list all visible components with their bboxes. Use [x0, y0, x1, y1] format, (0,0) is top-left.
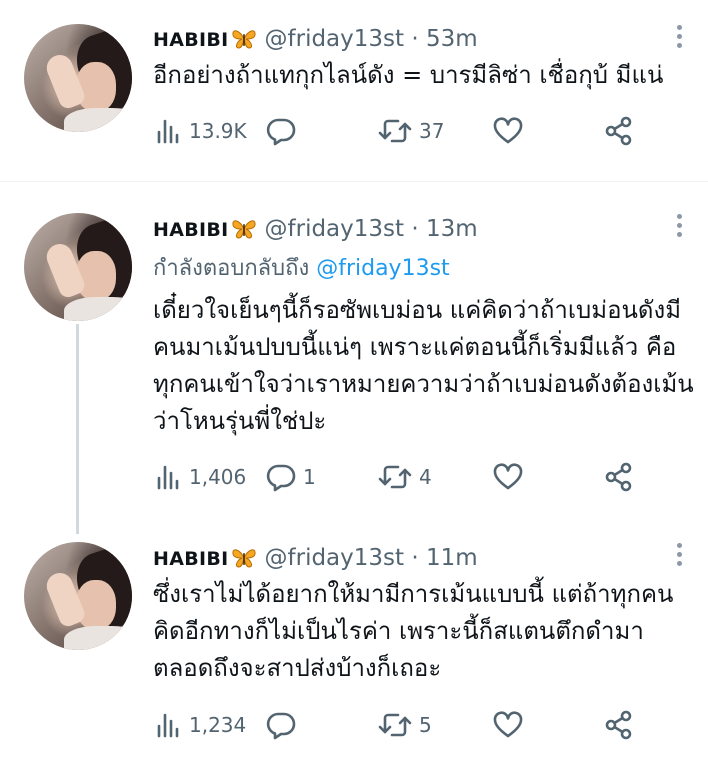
butterfly-icon [231, 218, 257, 248]
avatar[interactable] [24, 542, 132, 650]
share-nodes-icon [603, 709, 635, 741]
action-bar: 13.9K 37 [153, 111, 653, 151]
share-nodes-icon [603, 115, 635, 147]
like-button[interactable] [492, 457, 530, 497]
retweet-count: 5 [419, 713, 432, 737]
views-button[interactable]: 1,234 [153, 705, 246, 745]
replying-to-mention[interactable]: @friday13st [316, 256, 449, 281]
tweet-text: อีกอย่างถ้าแทกุกไลน์ดัง = บารมีลิซ่า เชื… [153, 61, 664, 89]
more-options-icon[interactable] [674, 22, 684, 52]
retweet-button[interactable]: 37 [377, 111, 444, 151]
retweet-button[interactable]: 4 [377, 457, 432, 497]
heart-icon [492, 462, 524, 492]
heart-icon [492, 710, 524, 740]
tweet-text: เดี๋ยวใจเย็นๆนี้ก็รอซัพเบม่อน แค่คิดว่าถ… [153, 296, 694, 435]
more-options-icon[interactable] [674, 211, 684, 241]
reply-button[interactable]: 1 [265, 457, 316, 497]
action-bar: 1,234 5 [153, 705, 653, 745]
display-name[interactable]: HABIBI [153, 548, 229, 570]
display-name[interactable]: HABIBI [153, 219, 229, 241]
replying-to-label: กำลังตอบกลับถึง [153, 256, 310, 281]
tweet-text: ซึ่งเราไม่ได้อยากให้มามีการเม้นแบบนี้ แต… [153, 580, 674, 682]
retweet-count: 37 [419, 119, 445, 143]
share-nodes-icon [603, 461, 635, 493]
divider [0, 181, 708, 182]
handle[interactable]: @friday13st [265, 26, 405, 52]
views-count: 13.9K [189, 119, 247, 143]
views-button[interactable]: 13.9K [153, 111, 247, 151]
handle[interactable]: @friday13st [265, 216, 405, 242]
share-button[interactable] [603, 111, 635, 151]
speech-bubble-icon [265, 709, 297, 741]
butterfly-icon [231, 547, 257, 577]
bar-chart-icon [153, 462, 183, 492]
speech-bubble-icon [265, 115, 297, 147]
more-options-icon[interactable] [674, 540, 684, 570]
like-button[interactable] [492, 111, 530, 151]
replying-to: กำลังตอบกลับถึง @friday13st [153, 254, 450, 284]
butterfly-icon [231, 28, 257, 58]
tweet-header: HABIBI @friday13st · 13m [153, 214, 478, 248]
speech-bubble-icon [265, 461, 297, 493]
retweet-button[interactable]: 5 [377, 705, 432, 745]
display-name[interactable]: HABIBI [153, 29, 229, 51]
share-button[interactable] [603, 457, 635, 497]
retweet-arrows-icon [377, 710, 413, 740]
reply-button[interactable] [265, 111, 303, 151]
tweet-header: HABIBI @friday13st · 53m [153, 24, 478, 58]
views-count: 1,234 [189, 713, 247, 737]
bar-chart-icon [153, 116, 183, 146]
timestamp[interactable]: · 11m [411, 545, 477, 571]
retweet-count: 4 [419, 465, 432, 489]
handle[interactable]: @friday13st [265, 545, 405, 571]
avatar[interactable] [24, 24, 132, 132]
timestamp[interactable]: · 13m [411, 216, 477, 242]
bar-chart-icon [153, 710, 183, 740]
share-button[interactable] [603, 705, 635, 745]
like-button[interactable] [492, 705, 530, 745]
heart-icon [492, 116, 524, 146]
tweet-header: HABIBI @friday13st · 11m [153, 543, 478, 577]
reply-button[interactable] [265, 705, 303, 745]
avatar[interactable] [24, 213, 132, 321]
timestamp[interactable]: · 53m [411, 26, 477, 52]
views-button[interactable]: 1,406 [153, 457, 246, 497]
reply-count: 1 [303, 465, 316, 489]
views-count: 1,406 [189, 465, 247, 489]
action-bar: 1,406 1 4 [153, 457, 653, 497]
thread-connector-line [76, 324, 79, 534]
retweet-arrows-icon [377, 116, 413, 146]
retweet-arrows-icon [377, 462, 413, 492]
